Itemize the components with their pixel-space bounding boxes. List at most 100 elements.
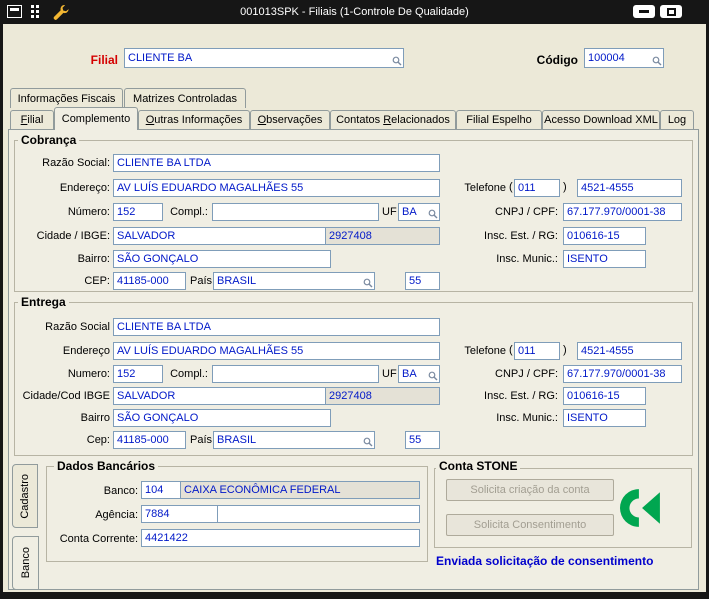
uf-label: UF [382, 206, 397, 218]
banco-cod-field[interactable]: 104 [141, 481, 181, 499]
tab-log[interactable]: Log [660, 110, 694, 129]
compl-label: Compl.: [170, 368, 208, 380]
compl-label: Compl.: [170, 206, 208, 218]
agencia-label: Agência: [95, 509, 138, 521]
insc-mun-field[interactable]: ISENTO [563, 250, 646, 268]
ddd-field[interactable]: 011 [514, 179, 560, 197]
tab-filial-espelho[interactable]: Filial Espelho [456, 110, 542, 129]
insc-est-field[interactable]: 010616-15 [563, 227, 646, 245]
insc-mun-field[interactable]: ISENTO [563, 409, 646, 427]
bairro-label: Bairro [80, 412, 110, 424]
filial-label: Filial [90, 53, 118, 67]
paren-close: ) [563, 344, 567, 356]
conta-stone-caption: Conta STONE [436, 459, 521, 473]
side-tab-cadastro[interactable]: Cadastro [12, 464, 38, 528]
uf-field[interactable]: BA [398, 203, 440, 221]
cep-field[interactable]: 41185-000 [113, 431, 186, 449]
numero-label: Numero: [67, 368, 110, 380]
pais-label: País [190, 275, 213, 287]
consent-status-text: Enviada solicitação de consentimento [436, 554, 654, 568]
cidade-ibge-label: Cidade / IBGE: [36, 230, 110, 242]
bairro-label: Bairro: [77, 253, 110, 265]
agencia-extra-field[interactable] [217, 505, 420, 523]
tab-filial[interactable]: Filial [10, 110, 54, 129]
pais-label: País [190, 434, 213, 446]
lookup-icon[interactable] [652, 56, 662, 66]
dados-bancarios-caption: Dados Bancários [54, 459, 159, 473]
insc-est-label: Insc. Est. / RG: [484, 390, 558, 402]
solicita-criacao-button[interactable]: Solicita criação da conta [446, 479, 614, 501]
pais-cod-field[interactable]: 55 [405, 431, 440, 449]
razao-social-field[interactable]: CLIENTE BA LTDA [113, 154, 440, 172]
cnpj-field[interactable]: 67.177.970/0001-38 [563, 203, 682, 221]
insc-mun-label: Insc. Munic.: [496, 253, 558, 265]
telefone-field[interactable]: 4521-4555 [577, 342, 682, 360]
endereco-label: Endereço [62, 345, 110, 357]
lookup-icon[interactable] [428, 371, 438, 381]
insc-est-field[interactable]: 010616-15 [563, 387, 646, 405]
codigo-field[interactable]: 100004 [584, 48, 664, 68]
agencia-field[interactable]: 7884 [141, 505, 218, 523]
tab-complemento[interactable]: Complemento [54, 107, 138, 130]
razao-social-field[interactable]: CLIENTE BA LTDA [113, 318, 440, 336]
insc-mun-label: Insc. Munic.: [496, 412, 558, 424]
codigo-label: Código [536, 53, 578, 67]
tab-matrizes-controladas[interactable]: Matrizes Controladas [124, 88, 246, 108]
lookup-icon[interactable] [428, 209, 438, 219]
filial-field[interactable]: CLIENTE BA [124, 48, 404, 68]
stone-logo-icon [620, 487, 662, 529]
cep-label: CEP: [84, 275, 110, 287]
endereco-field[interactable]: AV LUÍS EDUARDO MAGALHÃES 55 [113, 342, 440, 360]
tab-contatos-relacionados[interactable]: Contatos Relacionados [330, 110, 456, 129]
conta-corrente-label: Conta Corrente: [59, 533, 138, 545]
numero-field[interactable]: 152 [113, 365, 163, 383]
tab-informacoes-fiscais[interactable]: Informações Fiscais [10, 88, 123, 108]
bairro-field[interactable]: SÃO GONÇALO [113, 409, 331, 427]
pais-field[interactable]: BRASIL [213, 431, 375, 449]
side-tab-banco-label: Banco [19, 547, 32, 579]
cep-field[interactable]: 41185-000 [113, 272, 186, 290]
cep-label: Cep: [86, 434, 110, 446]
window-title: 001013SPK - Filiais (1-Controle De Quali… [240, 6, 469, 18]
razao-social-label: Razão Social [45, 321, 110, 333]
bairro-field[interactable]: SÃO GONÇALO [113, 250, 331, 268]
telefone-field[interactable]: 4521-4555 [577, 179, 682, 197]
pais-value: BRASIL [217, 434, 257, 446]
side-tab-cadastro-label: Cadastro [19, 473, 31, 519]
banco-nome-field: CAIXA ECONÔMICA FEDERAL [180, 481, 420, 499]
maximize-button[interactable] [660, 5, 682, 18]
lookup-icon[interactable] [363, 437, 373, 447]
titlebar: 001013SPK - Filiais (1-Controle De Quali… [0, 0, 709, 24]
ddd-field[interactable]: 011 [514, 342, 560, 360]
cnpj-field[interactable]: 67.177.970/0001-38 [563, 365, 682, 383]
tab-outras-informacoes[interactable]: Outras Informações [138, 110, 250, 129]
lookup-icon[interactable] [363, 278, 373, 288]
cidade-field[interactable]: SALVADOR [113, 227, 326, 245]
tab-acesso-download-xml[interactable]: Acesso Download XML [542, 110, 660, 129]
banco-label: Banco: [103, 485, 138, 497]
solicita-consentimento-button[interactable]: Solicita Consentimento [446, 514, 614, 536]
cobranca-caption: Cobrança [18, 133, 80, 147]
minimize-button[interactable] [633, 5, 655, 18]
tab-observacoes[interactable]: Observações [250, 110, 330, 129]
conta-corrente-field[interactable]: 4421422 [141, 529, 420, 547]
side-tab-banco[interactable]: Banco [12, 536, 39, 590]
pais-field[interactable]: BRASIL [213, 272, 375, 290]
pais-value: BRASIL [217, 275, 257, 287]
ibge-field: 2927408 [325, 227, 440, 245]
uf-label: UF [382, 368, 397, 380]
telefone-label: Telefone [464, 182, 506, 194]
maximize-icon [667, 8, 676, 16]
ibge-field: 2927408 [325, 387, 440, 405]
pais-cod-field[interactable]: 55 [405, 272, 440, 290]
endereco-field[interactable]: AV LUÍS EDUARDO MAGALHÃES 55 [113, 179, 440, 197]
compl-field[interactable] [212, 365, 379, 383]
numero-field[interactable]: 152 [113, 203, 163, 221]
cidade-field[interactable]: SALVADOR [113, 387, 326, 405]
compl-field[interactable] [212, 203, 379, 221]
uf-field[interactable]: BA [398, 365, 440, 383]
codigo-value: 100004 [588, 52, 625, 64]
paren-open: ( [509, 181, 513, 193]
lookup-icon[interactable] [392, 56, 402, 66]
endereco-label: Endereço: [59, 182, 110, 194]
